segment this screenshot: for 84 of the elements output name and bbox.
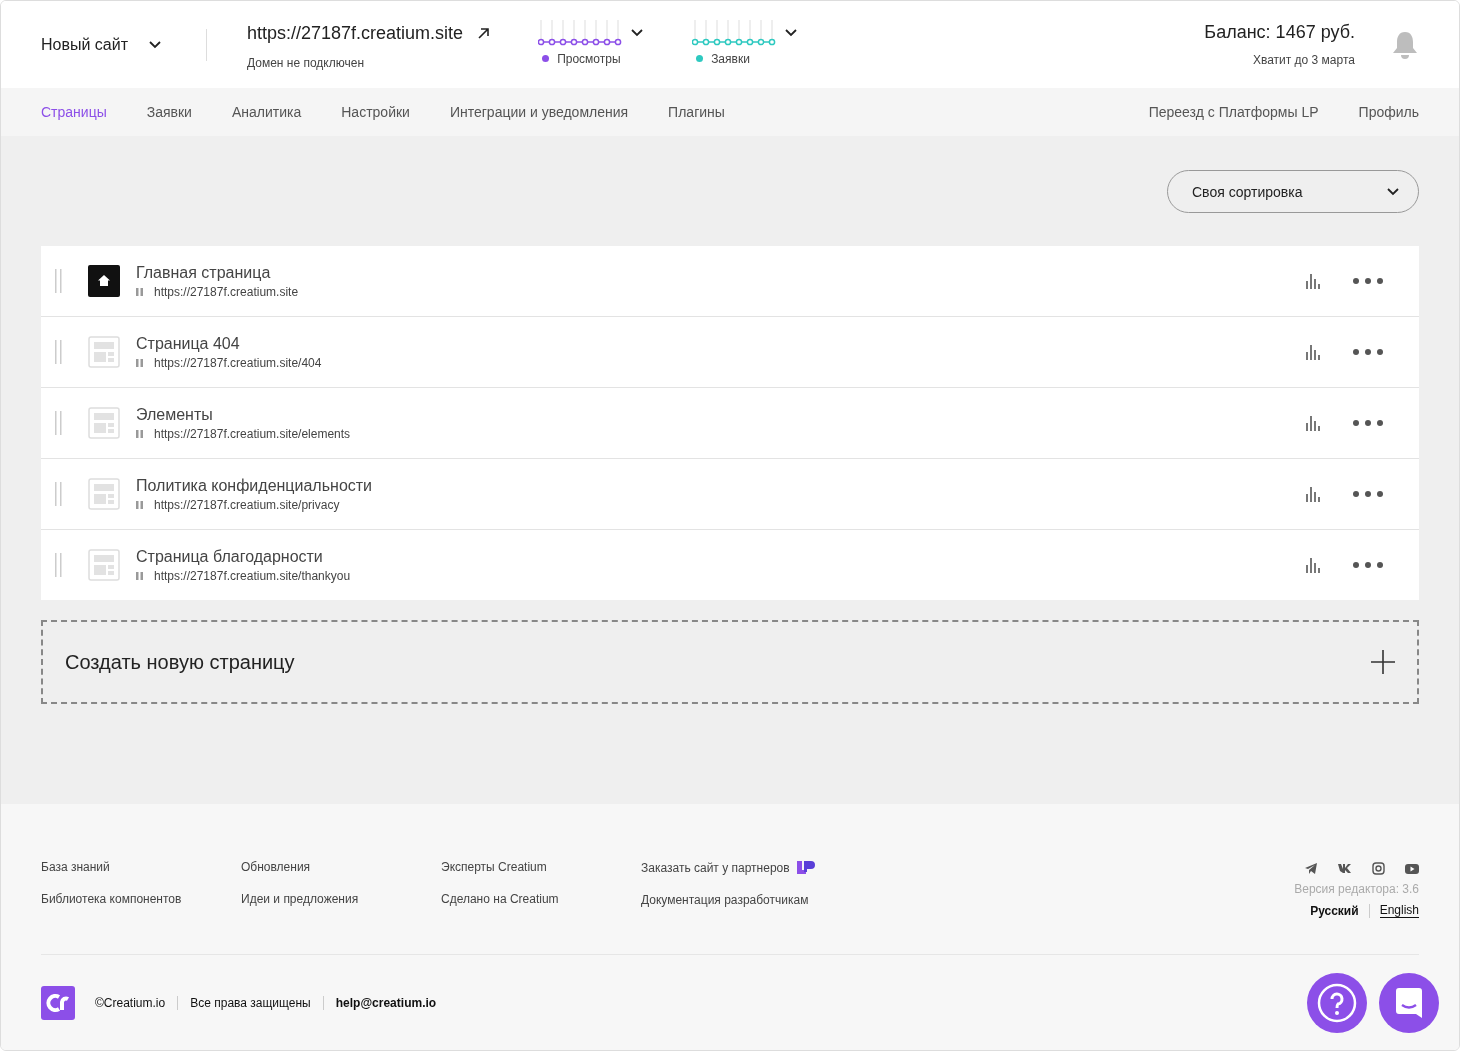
drag-handle-icon[interactable]: [55, 269, 62, 293]
nav-tab[interactable]: Плагины: [668, 104, 725, 120]
page-row[interactable]: Страница благодарности https://27187f.creatium.site/thankyou: [41, 530, 1419, 600]
external-link-icon[interactable]: [477, 27, 491, 40]
page-layout-icon: [88, 549, 120, 581]
caret-icon[interactable]: [784, 28, 799, 37]
drag-handle-icon[interactable]: [55, 411, 62, 435]
partner-logo-icon[interactable]: [795, 860, 816, 875]
bar-chart-icon[interactable]: [1306, 273, 1320, 289]
page-title[interactable]: Главная страница: [136, 263, 1306, 282]
balance-until: Хватит до 3 марта: [1251, 53, 1355, 67]
site-url-link[interactable]: https://27187f.creatium.site: [247, 23, 464, 44]
help-icon[interactable]: [1307, 972, 1367, 1033]
create-page-button[interactable]: Создать новую страницу: [41, 620, 1419, 704]
page-url-link[interactable]: https://27187f.creatium.site/privacy: [154, 497, 340, 512]
page-title[interactable]: Страница 404: [136, 334, 1306, 353]
telegram-icon[interactable]: [1304, 862, 1318, 875]
legend-label: Заявки: [711, 51, 750, 66]
page-layout-icon: [88, 336, 120, 368]
caret-icon: [1386, 187, 1400, 196]
bar-chart-icon[interactable]: [1306, 344, 1320, 360]
nav-tab[interactable]: Интеграции и уведомления: [449, 104, 629, 120]
language-link[interactable]: Русский: [1310, 903, 1359, 918]
more-icon[interactable]: [1353, 420, 1383, 426]
chat-icon[interactable]: [1379, 972, 1439, 1033]
page-title[interactable]: Страница благодарности: [136, 547, 1306, 566]
language-link[interactable]: English: [1379, 903, 1419, 918]
pause-icon: [136, 500, 143, 509]
drag-handle-icon[interactable]: [55, 340, 62, 364]
copyright: ©Creatium.io: [95, 995, 166, 1010]
more-icon[interactable]: [1353, 278, 1383, 284]
page-title[interactable]: Элементы: [136, 405, 1306, 424]
caret-icon[interactable]: [630, 28, 645, 37]
page-title[interactable]: Политика конфиденциальности: [136, 476, 1306, 495]
balance-amount: Баланс: 1467 руб.: [1204, 22, 1355, 43]
vk-icon[interactable]: [1338, 862, 1352, 875]
more-icon[interactable]: [1353, 562, 1383, 568]
page-layout-icon: [88, 407, 120, 439]
footer-link[interactable]: Обновления: [241, 860, 441, 874]
pause-icon: [136, 287, 143, 296]
bar-chart-icon[interactable]: [1306, 415, 1320, 431]
page-row[interactable]: Элементы https://27187f.creatium.site/elements: [41, 388, 1419, 459]
footer-link[interactable]: Сделано на Creatium: [441, 892, 641, 906]
drag-handle-icon[interactable]: [55, 482, 62, 506]
footer-link[interactable]: Идеи и предложения: [241, 892, 441, 906]
video-icon[interactable]: [1405, 862, 1419, 875]
pause-icon: [136, 429, 143, 438]
nav-tab[interactable]: Страницы: [41, 104, 107, 120]
page-layout-icon: [88, 478, 120, 510]
drag-handle-icon[interactable]: [55, 553, 62, 577]
caret-icon[interactable]: [148, 40, 162, 49]
footer-link[interactable]: База знаний: [41, 860, 241, 874]
pause-icon: [136, 358, 143, 367]
email-link[interactable]: help@creatium.io: [335, 995, 437, 1010]
bar-chart-icon[interactable]: [1306, 486, 1320, 502]
legend-label: Просмотры: [557, 51, 621, 66]
footer-link[interactable]: Заказать сайт у партнеров: [641, 860, 790, 875]
bar-chart-icon[interactable]: [1306, 557, 1320, 573]
nav-tab[interactable]: Настройки: [341, 104, 410, 120]
domain-status: Домен не подключен: [247, 56, 366, 70]
site-name[interactable]: Новый сайт: [41, 35, 128, 54]
page-url-link[interactable]: https://27187f.creatium.site/404: [154, 355, 322, 370]
editor-version: Версия редактора: 3.6: [1294, 882, 1419, 896]
page-url-link[interactable]: https://27187f.creatium.site/thankyou: [154, 568, 351, 583]
more-icon[interactable]: [1353, 349, 1383, 355]
page-url-link[interactable]: https://27187f.creatium.site/elements: [154, 426, 351, 441]
nav-tab[interactable]: Аналитика: [231, 104, 302, 120]
nav-tab[interactable]: Переезд с Платформы LP: [1148, 104, 1319, 120]
footer-link[interactable]: Библиотека компонентов: [41, 892, 241, 906]
footer-link[interactable]: Эксперты Creatium: [441, 860, 641, 874]
page-row[interactable]: Страница 404 https://27187f.creatium.site/404: [41, 317, 1419, 388]
rights-text: Все права защищены: [190, 995, 311, 1010]
home-icon: [88, 265, 120, 297]
nav-tab[interactable]: Заявки: [146, 104, 192, 120]
pause-icon: [136, 571, 143, 580]
page-row[interactable]: Политика конфиденциальности https://27187f.creatium.site/privacy: [41, 459, 1419, 530]
instagram-icon[interactable]: [1372, 862, 1385, 875]
plus-icon: [1371, 650, 1395, 674]
nav-tab[interactable]: Профиль: [1358, 104, 1419, 120]
page-row[interactable]: Главная страница https://27187f.creatium.site: [41, 246, 1419, 317]
page-url-link[interactable]: https://27187f.creatium.site: [154, 284, 299, 299]
footer-link[interactable]: Документация разработчикам: [641, 893, 841, 907]
more-icon[interactable]: [1353, 491, 1383, 497]
logo-icon[interactable]: [41, 985, 75, 1020]
